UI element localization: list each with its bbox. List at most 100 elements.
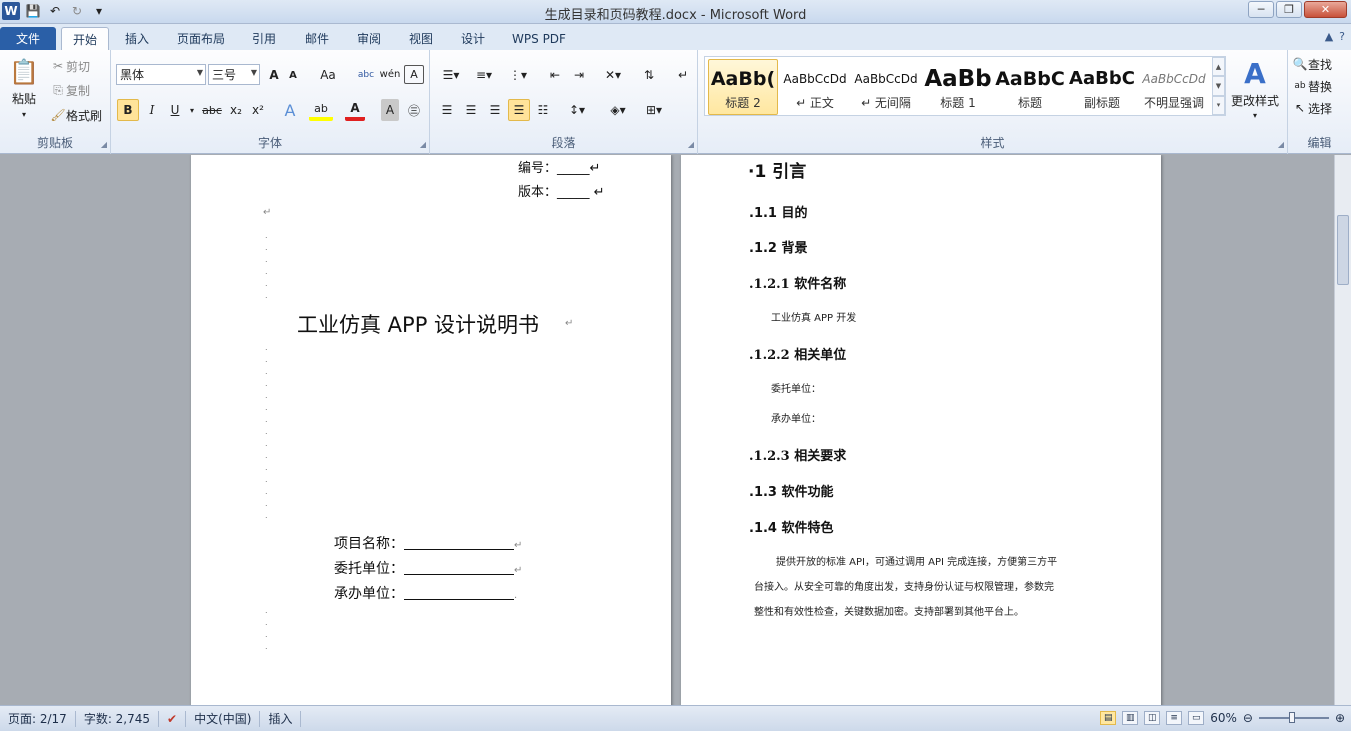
multilevel-list-icon[interactable]: ⋮▾: [504, 65, 532, 85]
help-icon[interactable]: ?: [1339, 30, 1345, 43]
bullets-icon[interactable]: ☰▾: [438, 65, 464, 85]
paste-icon[interactable]: 📋: [6, 56, 42, 88]
change-styles-icon[interactable]: A: [1238, 56, 1272, 90]
style-subtle-emphasis[interactable]: AaBbCcDd 不明显强调: [1139, 59, 1209, 115]
language[interactable]: 中文(中国): [186, 710, 261, 727]
font-color-icon[interactable]: A: [345, 99, 365, 121]
vertical-scrollbar[interactable]: [1334, 155, 1351, 705]
font-launcher-icon[interactable]: ◢: [420, 140, 426, 149]
style-title[interactable]: AaBbC 标题: [995, 59, 1065, 115]
style-heading-2[interactable]: AaBb( 标题 2: [708, 59, 778, 115]
styles-more-icon[interactable]: ▾: [1212, 95, 1225, 115]
outline-icon[interactable]: ≡: [1166, 711, 1183, 725]
styles-scroll-down-icon[interactable]: ▼: [1212, 76, 1225, 96]
word-count[interactable]: 字数: 2,745: [76, 710, 160, 727]
format-painter-button[interactable]: 格式刷: [66, 107, 108, 123]
tab-file[interactable]: 文件: [0, 27, 56, 50]
zoom-in-icon[interactable]: ⊕: [1335, 711, 1345, 725]
zoom-level[interactable]: 60%: [1210, 711, 1237, 725]
copy-button[interactable]: 复制: [66, 82, 96, 98]
increase-indent-icon[interactable]: ⇥: [568, 65, 590, 85]
text-effects-icon[interactable]: A: [279, 99, 301, 121]
find-icon[interactable]: 🔍: [1292, 56, 1308, 72]
superscript-button[interactable]: x²: [248, 99, 268, 121]
phonetic-guide-icon[interactable]: abc: [356, 65, 376, 84]
borders-icon[interactable]: ⊞▾: [640, 99, 668, 121]
chinese-layout-icon[interactable]: ✕▾: [598, 65, 628, 85]
zoom-slider[interactable]: [1258, 712, 1329, 723]
wen-icon[interactable]: wén: [379, 65, 401, 84]
change-case-button[interactable]: Aa: [316, 65, 340, 84]
underline-dropdown-icon[interactable]: ▾: [187, 99, 197, 121]
scrollbar-thumb[interactable]: [1337, 215, 1349, 285]
underline-button[interactable]: U: [165, 99, 185, 121]
tab-insert[interactable]: 插入: [114, 27, 160, 50]
subscript-button[interactable]: x₂: [226, 99, 246, 121]
clipboard-launcher-icon[interactable]: ◢: [101, 140, 107, 149]
tab-design[interactable]: 设计: [452, 27, 494, 50]
style-subtitle[interactable]: AaBbC 副标题: [1067, 59, 1137, 115]
font-name-select[interactable]: 黑体 ▼: [116, 64, 206, 85]
project-name-field[interactable]: 项目名称： ↵: [334, 533, 522, 553]
paste-button[interactable]: 粘贴: [4, 90, 44, 106]
client-unit-field[interactable]: 委托单位： ↵: [334, 558, 522, 578]
enclose-characters-icon[interactable]: ㊂: [404, 99, 424, 121]
close-button[interactable]: ✕: [1304, 1, 1347, 18]
contractor-unit-field[interactable]: 承办单位：.: [334, 583, 517, 603]
format-painter-icon[interactable]: 🖌: [50, 107, 66, 123]
paste-dropdown-icon[interactable]: ▾: [16, 108, 32, 120]
tab-review[interactable]: 审阅: [348, 27, 390, 50]
tab-mailings[interactable]: 邮件: [296, 27, 338, 50]
cut-button[interactable]: 剪切: [66, 58, 96, 74]
proofing-icon[interactable]: ✔: [159, 710, 187, 727]
line-spacing-icon[interactable]: ↕▾: [564, 99, 590, 121]
tab-home[interactable]: 开始: [61, 27, 109, 50]
bold-button[interactable]: B: [117, 99, 139, 121]
document-area[interactable]: 编号：_____↵ 版本：_____ ↵ ↵ . . . . . . 工业仿真 …: [0, 155, 1351, 705]
replace-button[interactable]: 替换: [1308, 78, 1346, 94]
web-layout-icon[interactable]: ◫: [1144, 711, 1161, 725]
minimize-button[interactable]: ─: [1248, 1, 1274, 18]
font-size-select[interactable]: 三号 ▼: [208, 64, 260, 85]
replace-icon[interactable]: ab: [1292, 78, 1308, 94]
shading-icon[interactable]: ◈▾: [604, 99, 632, 121]
page-count[interactable]: 页面: 2/17: [0, 710, 76, 727]
zoom-out-icon[interactable]: ⊖: [1243, 711, 1253, 725]
italic-button[interactable]: I: [142, 99, 162, 121]
page-content[interactable]: ·1 引言 .1.1 目的 .1.2 背景 .1.2.1 软件名称 工业仿真 A…: [681, 155, 1161, 705]
minimize-ribbon-icon[interactable]: ▲: [1325, 30, 1333, 43]
styles-launcher-icon[interactable]: ◢: [1278, 140, 1284, 149]
find-button[interactable]: 查找: [1308, 56, 1346, 72]
restore-button[interactable]: ❐: [1276, 1, 1302, 18]
tab-references[interactable]: 引用: [243, 27, 285, 50]
select-button[interactable]: 选择: [1308, 100, 1346, 116]
align-left-icon[interactable]: ☰: [436, 99, 458, 121]
style-normal[interactable]: AaBbCcDd ↵ 正文: [780, 59, 850, 115]
distributed-icon[interactable]: ☷: [532, 99, 554, 121]
select-icon[interactable]: ↖: [1292, 100, 1308, 116]
shrink-font-button[interactable]: A: [285, 67, 301, 84]
paragraph-launcher-icon[interactable]: ◢: [688, 140, 694, 149]
sort-icon[interactable]: ⇅: [638, 65, 660, 85]
page-cover[interactable]: 编号：_____↵ 版本：_____ ↵ ↵ . . . . . . 工业仿真 …: [191, 155, 671, 705]
draft-icon[interactable]: ▭: [1188, 711, 1205, 725]
change-styles-button[interactable]: 更改样式: [1228, 92, 1282, 108]
decrease-indent-icon[interactable]: ⇤: [544, 65, 566, 85]
align-right-icon[interactable]: ☰: [484, 99, 506, 121]
full-screen-reading-icon[interactable]: ▥: [1122, 711, 1139, 725]
highlight-icon[interactable]: ab: [309, 99, 333, 121]
character-border-icon[interactable]: A: [404, 65, 424, 84]
insert-mode[interactable]: 插入: [260, 710, 302, 727]
change-styles-dropdown-icon[interactable]: ▾: [1248, 110, 1262, 120]
print-layout-icon[interactable]: ▤: [1100, 711, 1117, 725]
align-center-icon[interactable]: ☰: [460, 99, 482, 121]
copy-icon[interactable]: ⎘: [50, 82, 66, 98]
style-no-spacing[interactable]: AaBbCcDd ↵ 无间隔: [851, 59, 921, 115]
zoom-slider-thumb[interactable]: [1288, 712, 1295, 723]
tab-view[interactable]: 视图: [400, 27, 442, 50]
tab-wps-pdf[interactable]: WPS PDF: [504, 27, 574, 50]
style-heading-1[interactable]: AaBb 标题 1: [923, 59, 993, 115]
justify-icon[interactable]: ☰: [508, 99, 530, 121]
tab-page-layout[interactable]: 页面布局: [168, 27, 234, 50]
numbering-icon[interactable]: ≡▾: [470, 65, 498, 85]
